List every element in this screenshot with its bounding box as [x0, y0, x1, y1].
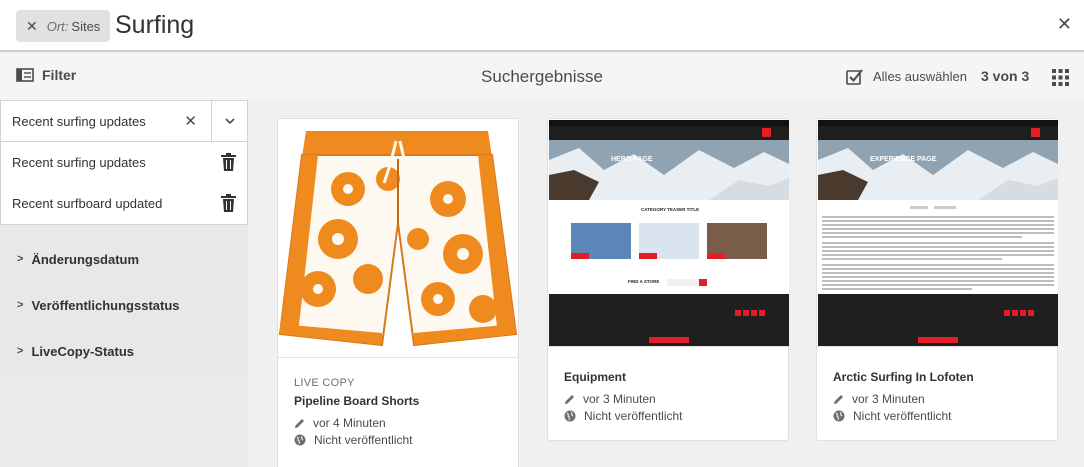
- saved-search-item[interactable]: Recent surfing updates: [1, 142, 247, 183]
- chevron-right-icon: >: [17, 345, 24, 357]
- card-status-text: Nicht veröffentlicht: [853, 409, 952, 423]
- saved-search-dropdown: Recent surfing updates ✕ Recent surfing …: [0, 100, 248, 225]
- select-all-label: Alles auswählen: [873, 69, 967, 84]
- board-shorts-image: [278, 119, 518, 357]
- facet-label: LiveCopy-Status: [31, 343, 135, 359]
- saved-search-item[interactable]: Recent surfboard updated: [1, 183, 247, 224]
- card-divider: [278, 357, 518, 358]
- card-status: Nicht veröffentlicht: [294, 433, 419, 447]
- pencil-icon: [295, 418, 304, 428]
- checkbox-icon: [846, 69, 863, 85]
- facet-label: Änderungsdatum: [31, 251, 140, 267]
- trash-icon[interactable]: [221, 194, 236, 212]
- globe-icon: [564, 410, 576, 422]
- card-divider: [548, 346, 788, 347]
- facet-publish-status[interactable]: > Veröffentlichungsstatus: [0, 284, 248, 326]
- card-info: Equipment vor 3 Minuten Nicht veröffentl…: [564, 365, 683, 423]
- chevron-down-icon: [224, 117, 235, 124]
- card-title: Pipeline Board Shorts: [294, 394, 420, 408]
- card-title: Arctic Surfing In Lofoten: [833, 370, 974, 384]
- location-filter-tag[interactable]: ✕ Ort: Sites: [16, 10, 111, 42]
- dropdown-toggle-button[interactable]: [211, 101, 247, 141]
- facet-label: Veröffentlichungsstatus: [31, 297, 180, 313]
- card-status-text: Nicht veröffentlicht: [314, 433, 413, 447]
- result-count: 3 von 3: [981, 68, 1030, 84]
- card-status: Nicht veröffentlicht: [833, 409, 974, 423]
- page-preview-image: [818, 120, 1058, 346]
- facet-modified-date[interactable]: > Änderungsdatum: [0, 238, 248, 280]
- search-input[interactable]: Surfing: [115, 11, 194, 40]
- card-modified-text: vor 3 Minuten: [583, 392, 656, 406]
- chevron-right-icon: >: [17, 253, 24, 265]
- tag-key: Ort:: [46, 18, 69, 34]
- card-thumbnail: [278, 119, 518, 357]
- pencil-icon: [834, 394, 843, 404]
- preview-hero-title: EXPERIENCE PAGE: [870, 156, 937, 163]
- preview-hero-title: HERO PAGE: [611, 156, 653, 163]
- saved-search-item-label: Recent surfing updates: [12, 155, 146, 170]
- filter-icon: [16, 68, 34, 82]
- tag-value: Sites: [71, 18, 101, 34]
- close-icon[interactable]: ✕: [26, 18, 38, 35]
- page-preview-image: [549, 120, 789, 346]
- close-icon[interactable]: ✕: [184, 112, 197, 130]
- action-bar: Filter Suchergebnisse Alles auswählen 3 …: [0, 54, 1084, 100]
- select-all-button[interactable]: Alles auswählen: [846, 68, 967, 85]
- saved-search-combobox: Recent surfing updates ✕: [1, 101, 247, 142]
- card-modified: vor 4 Minuten: [294, 416, 419, 430]
- search-bar: ✕ Ort: Sites Surfing ✕: [0, 0, 1084, 52]
- chevron-right-icon: >: [17, 299, 24, 311]
- saved-search-item-label: Recent surfboard updated: [12, 196, 163, 211]
- facet-livecopy-status[interactable]: > LiveCopy-Status: [0, 330, 248, 372]
- card-info: Arctic Surfing In Lofoten vor 3 Minuten …: [833, 365, 974, 423]
- result-card[interactable]: HERO PAGE CATEGORY TEASER TITLE FIND A S…: [547, 118, 789, 441]
- close-icon[interactable]: ✕: [1057, 14, 1072, 35]
- pencil-icon: [565, 394, 574, 404]
- card-status: Nicht veröffentlicht: [564, 409, 683, 423]
- trash-icon[interactable]: [221, 153, 236, 171]
- saved-search-value: Recent surfing updates: [12, 113, 146, 129]
- filter-label: Filter: [42, 67, 77, 83]
- result-card[interactable]: EXPERIENCE PAGE Arctic Surfing In Lofote…: [816, 118, 1058, 441]
- card-divider: [817, 346, 1057, 347]
- globe-icon: [294, 434, 306, 446]
- preview-section-title: CATEGORY TEASER TITLE: [641, 207, 700, 212]
- card-modified: vor 3 Minuten: [564, 392, 683, 406]
- preview-find-label: FIND A STORE: [628, 279, 660, 284]
- card-context: LIVE COPY: [294, 377, 355, 389]
- card-modified-text: vor 3 Minuten: [852, 392, 925, 406]
- card-thumbnail: EXPERIENCE PAGE: [818, 120, 1058, 346]
- card-status-text: Nicht veröffentlicht: [584, 409, 683, 423]
- globe-icon: [833, 410, 845, 422]
- card-info: LIVE COPY Pipeline Board Shorts vor 4 Mi…: [294, 377, 419, 447]
- saved-search-input[interactable]: Recent surfing updates ✕: [1, 101, 211, 141]
- card-thumbnail: HERO PAGE CATEGORY TEASER TITLE FIND A S…: [549, 120, 789, 346]
- card-modified: vor 3 Minuten: [833, 392, 974, 406]
- filter-button[interactable]: Filter: [16, 67, 76, 83]
- grid-view-icon[interactable]: [1052, 69, 1069, 86]
- card-title: Equipment: [564, 370, 626, 384]
- card-modified-text: vor 4 Minuten: [313, 416, 386, 430]
- result-card[interactable]: LIVE COPY Pipeline Board Shorts vor 4 Mi…: [277, 118, 519, 467]
